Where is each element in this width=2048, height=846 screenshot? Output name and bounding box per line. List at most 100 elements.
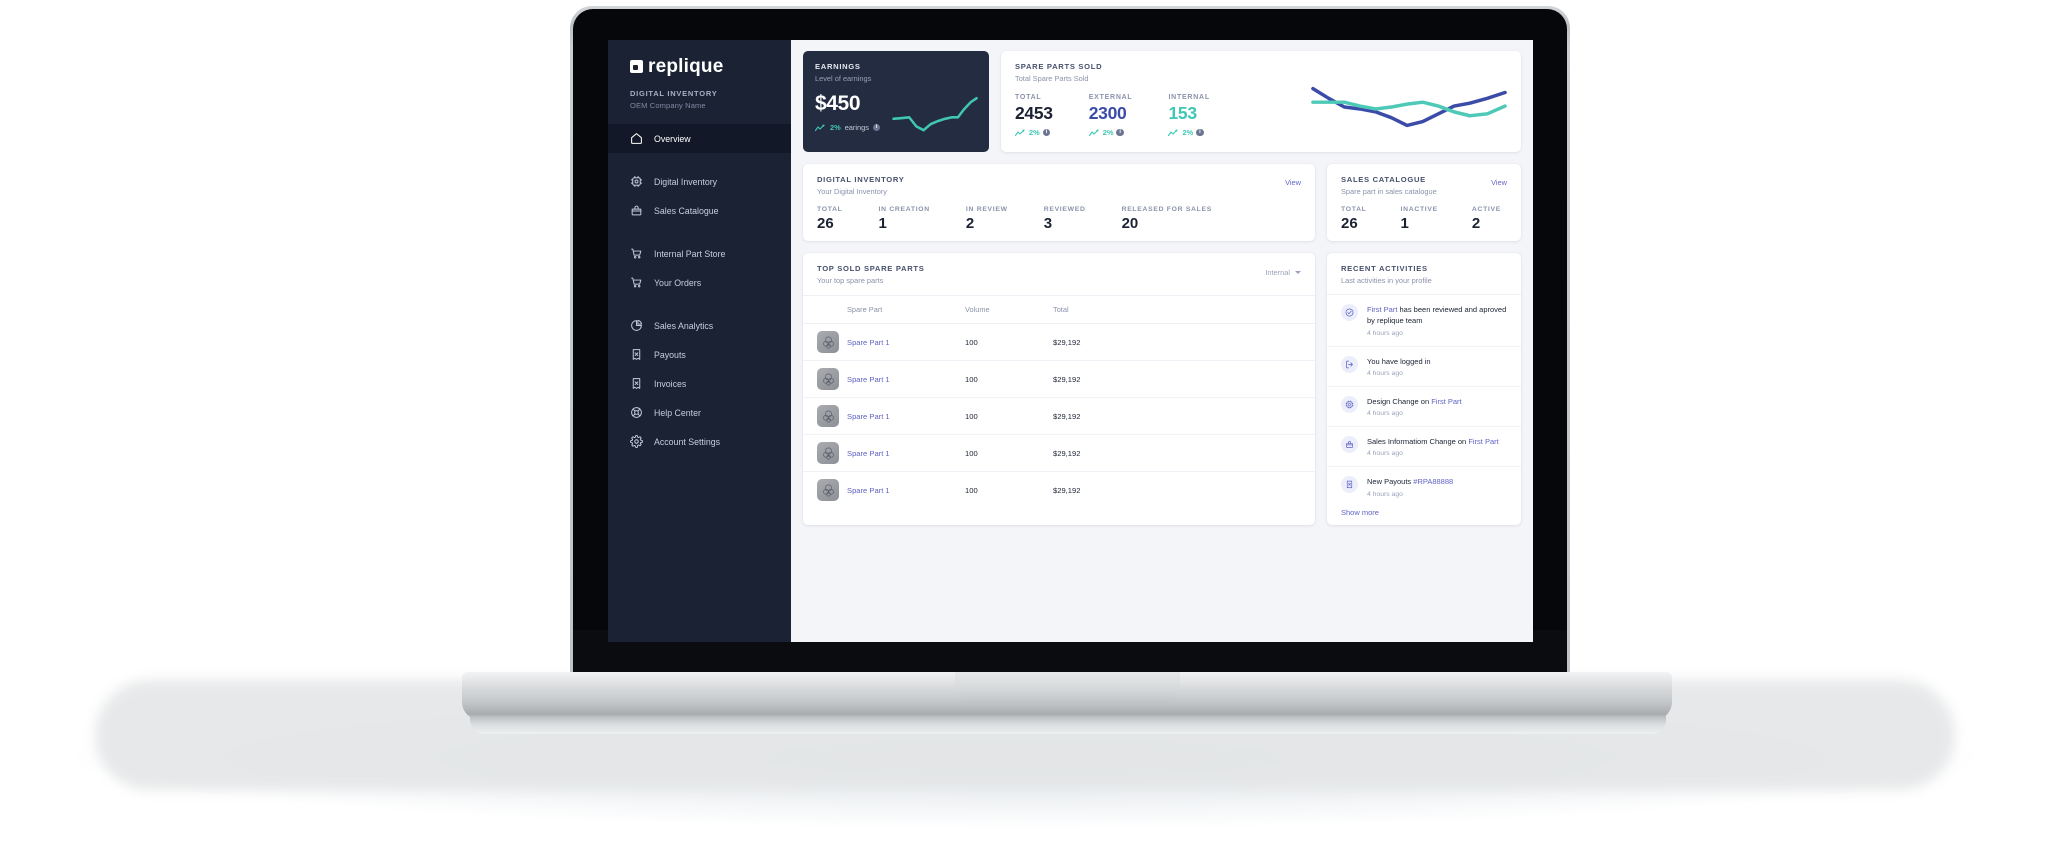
nav-divider (608, 153, 791, 167)
earnings-subtitle: Level of earnings (815, 74, 872, 83)
gear-icon (630, 435, 643, 448)
earnings-title: EARNINGS (815, 62, 861, 71)
stat-value: 1 (878, 215, 887, 232)
sidebar-item-help-center[interactable]: Help Center (608, 398, 791, 427)
receipt-icon (630, 377, 643, 390)
sidebar-item-overview[interactable]: Overview (608, 124, 791, 153)
activity-body: You have logged in 4 hours ago (1367, 356, 1507, 377)
activity-highlight[interactable]: First Part (1431, 397, 1461, 406)
activity-item[interactable]: Sales Informatiom Change on First Part 4… (1327, 426, 1521, 466)
cell-total: $29,192 (1053, 360, 1315, 398)
activity-highlight[interactable]: First Part (1468, 437, 1498, 446)
cell-name: Spare Part 1 (847, 323, 965, 361)
table-row[interactable]: Spare Part 1 100 $29,192 (803, 472, 1315, 509)
top-sold-filter-dropdown[interactable]: Internal (1265, 268, 1301, 277)
activity-pre: New Payouts (1367, 477, 1414, 487)
sidebar-item-sales-catalogue[interactable]: Sales Catalogue (608, 196, 791, 225)
digital-inventory-card: DIGITAL INVENTORY Your Digital Inventory… (803, 164, 1315, 241)
info-icon[interactable]: i (1042, 128, 1051, 137)
main-content: EARNINGS Level of earnings $450 2% earin… (791, 40, 1533, 642)
sidebar-item-label: Sales Catalogue (654, 205, 719, 216)
sc-view-link[interactable]: View (1491, 178, 1507, 187)
sidebar-item-payouts[interactable]: Payouts (608, 340, 791, 369)
activity-text: Sales Informatiom Change on First Part (1367, 436, 1507, 447)
table-row[interactable]: Spare Part 1 100 $29,192 (803, 323, 1315, 361)
sidebar-item-label: Sales Analytics (654, 320, 714, 331)
earnings-delta-label: earings (844, 123, 869, 132)
chevron-down-icon (1295, 271, 1301, 274)
di-view-link[interactable]: View (1285, 178, 1301, 187)
info-icon[interactable]: i (1116, 128, 1124, 137)
cell-name: Spare Part 1 (847, 434, 965, 472)
activity-time: 4 hours ago (1367, 329, 1403, 337)
activity-item[interactable]: New Payouts #RPA88888 4 hours ago (1327, 466, 1521, 506)
sps-stat-total: TOTAL 2453 2% i (1015, 94, 1053, 137)
cell-volume: 100 (965, 434, 1053, 472)
activity-item[interactable]: Design Change on First Part 4 hours ago (1327, 385, 1521, 426)
sc-stat-total: TOTAL 26 (1341, 206, 1367, 232)
ts-subtitle: Your top spare parts (817, 276, 884, 285)
trend-up-icon (1088, 128, 1099, 136)
earnings-delta: 2% (830, 123, 841, 132)
stat-delta-row: 2% i (1015, 128, 1053, 137)
info-icon[interactable]: i (1196, 128, 1204, 137)
part-link[interactable]: Spare Part 1 (847, 486, 890, 495)
table-row[interactable]: Spare Part 1 100 $29,192 (803, 434, 1315, 472)
part-link[interactable]: Spare Part 1 (847, 338, 890, 347)
chip-icon (630, 175, 643, 188)
series-external (1311, 86, 1507, 128)
sidebar-item-sales-analytics[interactable]: Sales Analytics (608, 311, 791, 340)
activity-item[interactable]: First Part has been reviewed and aproved… (1327, 294, 1521, 346)
cell-thumb (803, 323, 847, 361)
activity-text: You have logged in (1367, 356, 1507, 367)
activity-text: Design Change on First Part (1367, 396, 1507, 407)
part-thumbnail-icon (817, 331, 839, 353)
check-circle-icon (1341, 304, 1358, 321)
th-volume: Volume (965, 295, 1053, 324)
stat-key: TOTAL (817, 206, 843, 213)
activity-body: New Payouts #RPA88888 4 hours ago (1367, 476, 1507, 497)
stat-value: 1 (1400, 215, 1409, 232)
di-stat-in-creation: IN CREATION 1 (879, 206, 930, 232)
summary-row: EARNINGS Level of earnings $450 2% earin… (803, 51, 1521, 152)
trend-up-icon (1168, 128, 1179, 136)
sc-stat-inactive: INACTIVE 1 (1401, 206, 1438, 232)
chip-icon (1341, 395, 1358, 413)
laptop-notch (955, 672, 1180, 704)
stat-value: 20 (1121, 215, 1139, 232)
part-link[interactable]: Spare Part 1 (847, 412, 890, 421)
stat-key: IN REVIEW (965, 206, 1008, 213)
part-link[interactable]: Spare Part 1 (847, 375, 890, 384)
table-row[interactable]: Spare Part 1 100 $29,192 (803, 397, 1315, 435)
logo[interactable]: replique (630, 57, 791, 76)
cell-total: $29,192 (1053, 397, 1315, 435)
stat-delta: 2% (1102, 128, 1114, 137)
cell-name: Spare Part 1 (847, 397, 965, 435)
activity-body: Design Change on First Part 4 hours ago (1367, 396, 1507, 417)
sidebar-item-account-settings[interactable]: Account Settings (608, 427, 791, 456)
part-link[interactable]: Spare Part 1 (847, 449, 890, 458)
cell-thumb (803, 434, 847, 472)
show-more-link[interactable]: Show more (1341, 508, 1379, 517)
sidebar-item-your-orders[interactable]: Your Orders (608, 268, 791, 297)
sidebar-item-digital-inventory[interactable]: Digital Inventory (608, 167, 791, 196)
box-icon (1341, 436, 1358, 453)
lifebuoy-icon (630, 406, 643, 419)
activity-highlight[interactable]: #RPA88888 (1413, 477, 1453, 486)
di-subtitle: Your Digital Inventory (817, 187, 887, 196)
brand-block: replique DIGITAL INVENTORY OEM Company N… (608, 40, 791, 110)
di-stat-released-for-sales: RELEASED FOR SALES 20 (1122, 206, 1212, 232)
recent-activities-header: RECENT ACTIVITIES Last activities in you… (1327, 253, 1521, 294)
info-icon[interactable]: i (872, 123, 881, 132)
nav-divider (608, 297, 791, 311)
cell-volume: 100 (965, 397, 1053, 435)
activity-highlight[interactable]: First Part (1367, 305, 1397, 314)
table-row[interactable]: Spare Part 1 100 $29,192 (803, 360, 1315, 398)
cell-name: Spare Part 1 (847, 360, 965, 398)
activity-item[interactable]: You have logged in 4 hours ago (1327, 345, 1521, 386)
part-thumbnail-icon (817, 479, 839, 501)
ra-subtitle: Last activities in your profile (1341, 276, 1432, 285)
sidebar-item-internal-part-store[interactable]: Internal Part Store (608, 239, 791, 268)
th-total: Total (1053, 295, 1315, 324)
sidebar-item-invoices[interactable]: Invoices (608, 369, 791, 398)
